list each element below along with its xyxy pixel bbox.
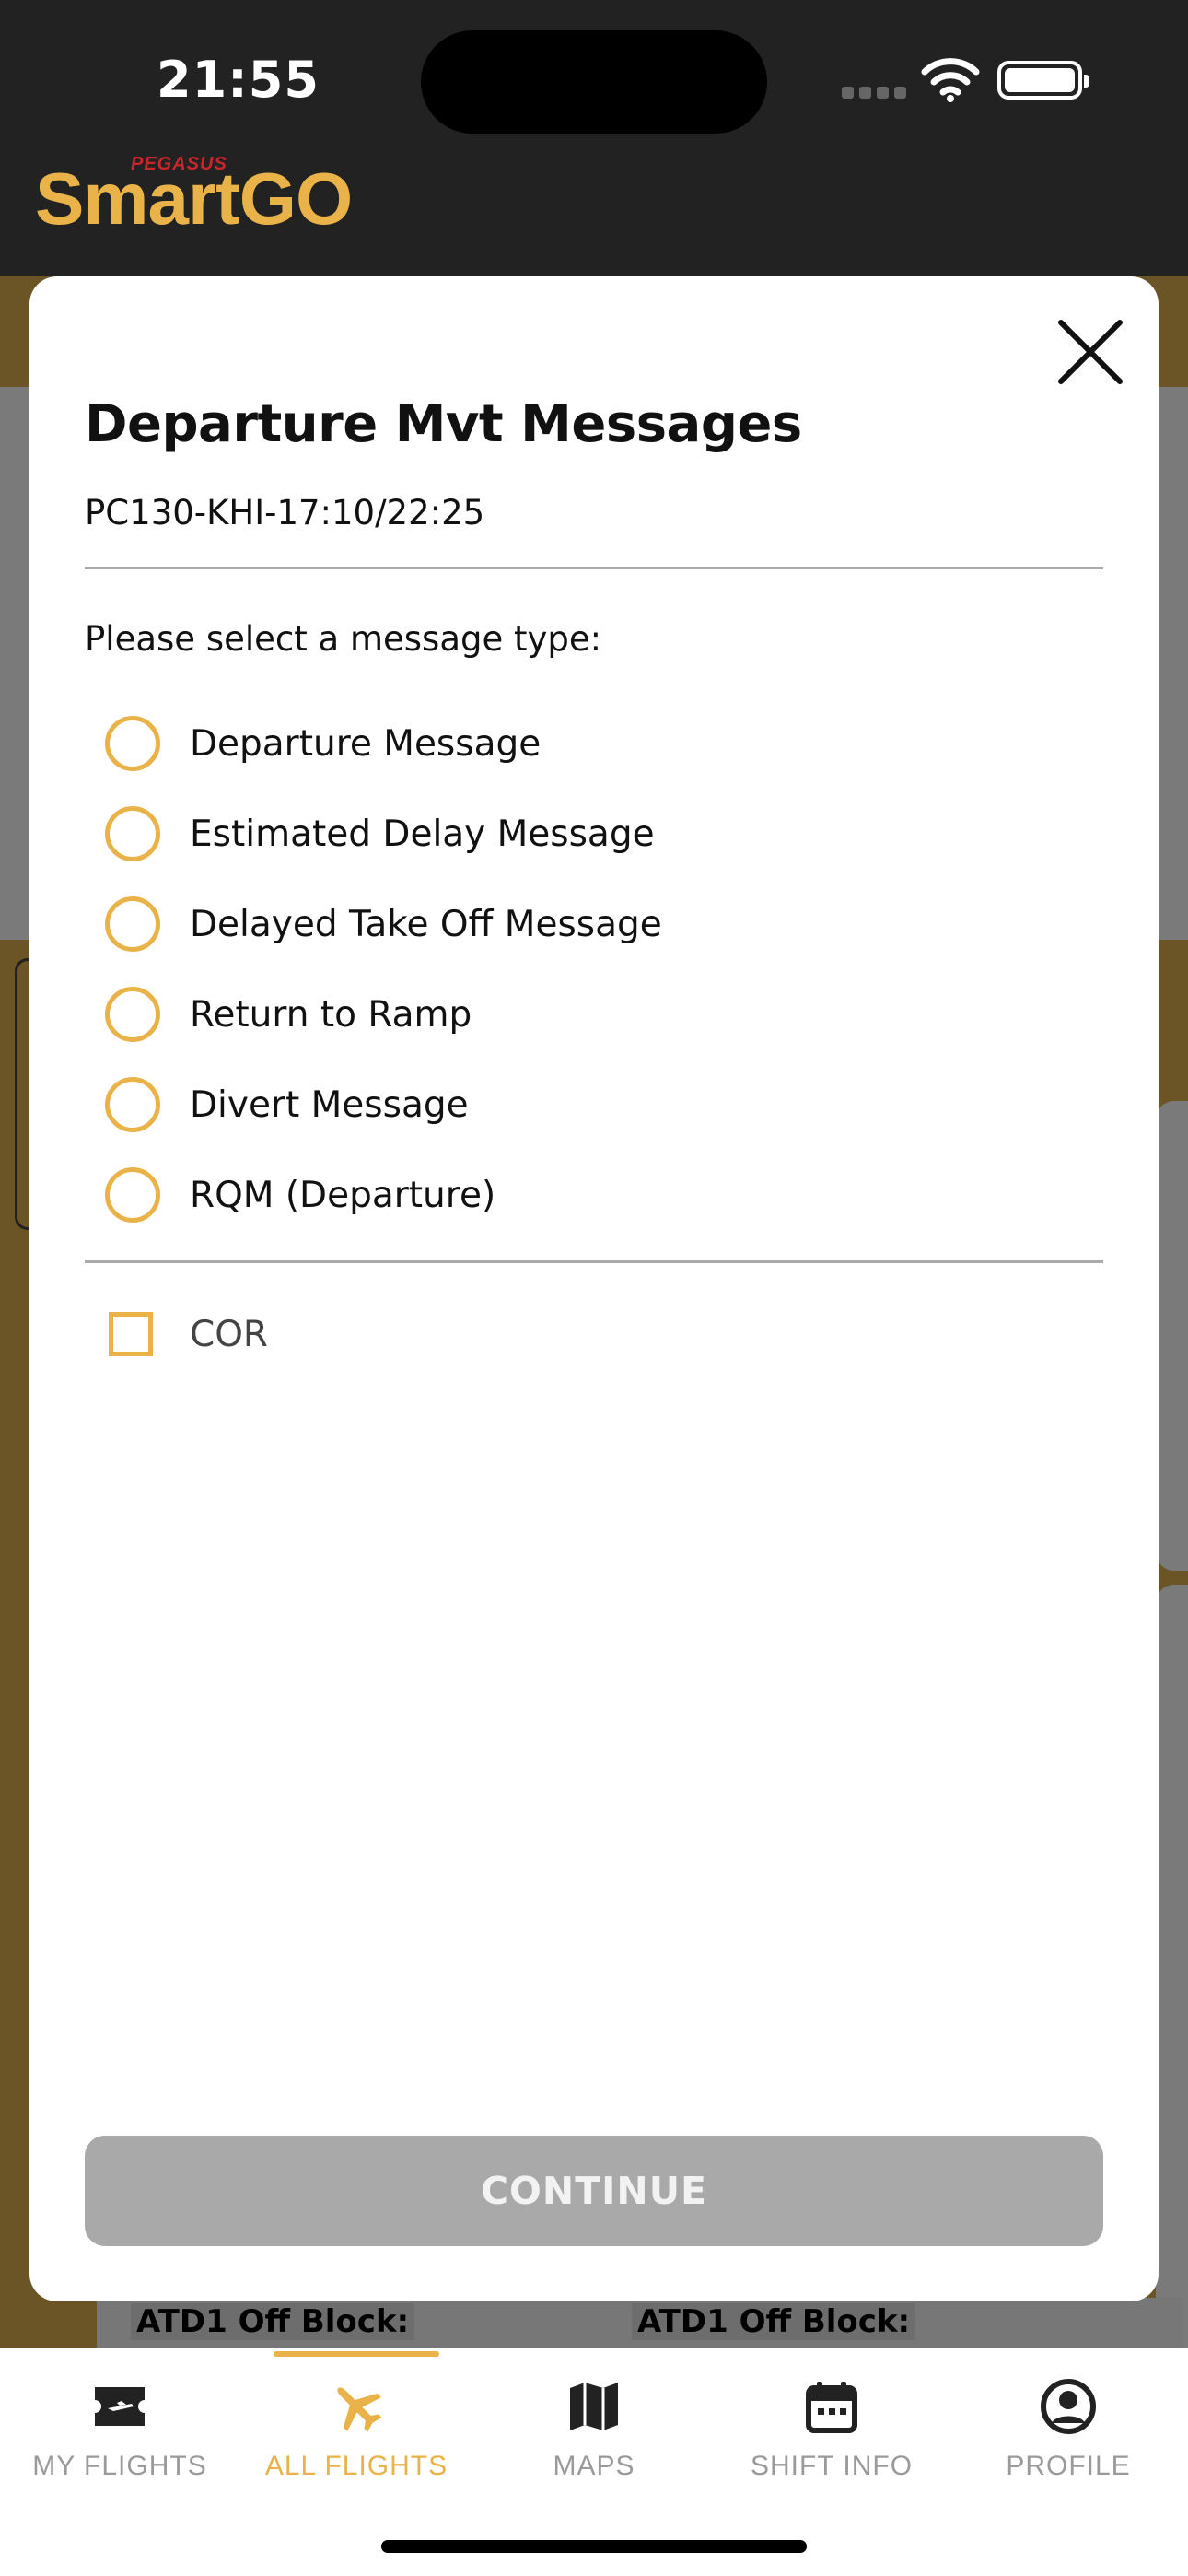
tab-my-flights[interactable]: MY FLIGHTS: [1, 2348, 239, 2486]
close-icon[interactable]: [1050, 311, 1131, 392]
cor-label: COR: [190, 1313, 269, 1355]
ticket-plane-icon: [95, 2387, 145, 2426]
option-label: Divert Message: [190, 1083, 469, 1126]
atd-off-block-label: ATD1 Off Block:: [131, 2303, 415, 2340]
option-label: Estimated Delay Message: [190, 813, 655, 855]
radio-button[interactable]: [105, 1167, 160, 1223]
cor-checkbox[interactable]: [109, 1312, 153, 1356]
departure-messages-modal: [29, 276, 1159, 2301]
home-indicator: [381, 2540, 807, 2553]
tab-maps[interactable]: MAPS: [475, 2348, 713, 2486]
modal-title: Departure Mvt Messages: [85, 394, 802, 454]
continue-button[interactable]: CONTINUE: [85, 2136, 1103, 2246]
wifi-icon: [921, 58, 980, 102]
radio-button[interactable]: [105, 716, 160, 771]
option-estimated-delay-message[interactable]: Estimated Delay Message: [105, 804, 655, 863]
brand-logo: SmartGO: [35, 158, 353, 240]
tab-label: MY FLIGHTS: [32, 2451, 207, 2481]
dynamic-island: [421, 30, 767, 134]
tab-all-flights[interactable]: ALL FLIGHTS: [238, 2348, 475, 2486]
tab-label: MAPS: [553, 2451, 635, 2481]
flight-info: PC130-KHI-17:10/22:25: [85, 493, 485, 533]
message-type-prompt: Please select a message type:: [85, 619, 602, 659]
option-delayed-take-off-message[interactable]: Delayed Take Off Message: [105, 895, 662, 954]
divider: [85, 567, 1103, 569]
tab-shift-info[interactable]: SHIFT INFO: [713, 2348, 950, 2486]
option-return-to-ramp[interactable]: Return to Ramp: [105, 985, 472, 1044]
tab-profile[interactable]: PROFILE: [949, 2348, 1187, 2486]
atd-off-block-label: ATD1 Off Block:: [632, 2303, 916, 2340]
option-rqm-departure[interactable]: RQM (Departure): [105, 1165, 495, 1224]
option-divert-message[interactable]: Divert Message: [105, 1075, 469, 1134]
radio-button[interactable]: [105, 987, 160, 1042]
option-departure-message[interactable]: Departure Message: [105, 714, 541, 773]
tab-label: PROFILE: [1006, 2451, 1131, 2481]
radio-button[interactable]: [105, 1077, 160, 1132]
radio-button[interactable]: [105, 896, 160, 952]
cor-option[interactable]: COR: [109, 1308, 268, 1360]
map-icon: [570, 2383, 618, 2430]
option-label: Delayed Take Off Message: [190, 903, 662, 945]
battery-icon: [997, 61, 1089, 100]
radio-button[interactable]: [105, 806, 160, 861]
option-label: Return to Ramp: [190, 993, 472, 1036]
option-label: RQM (Departure): [190, 1174, 496, 1216]
divider: [85, 1260, 1103, 1263]
tab-label: SHIFT INFO: [750, 2451, 914, 2481]
cellular-signal-icon: [842, 87, 906, 99]
calendar-icon: [806, 2382, 857, 2433]
status-time: 21:55: [157, 51, 320, 109]
background-card: [1156, 1585, 1188, 2349]
background-card: [1156, 1101, 1188, 1571]
option-label: Departure Message: [190, 722, 542, 765]
tab-label: ALL FLIGHTS: [264, 2451, 448, 2481]
profile-icon: [1041, 2379, 1096, 2434]
airplane-icon: [337, 2387, 382, 2432]
